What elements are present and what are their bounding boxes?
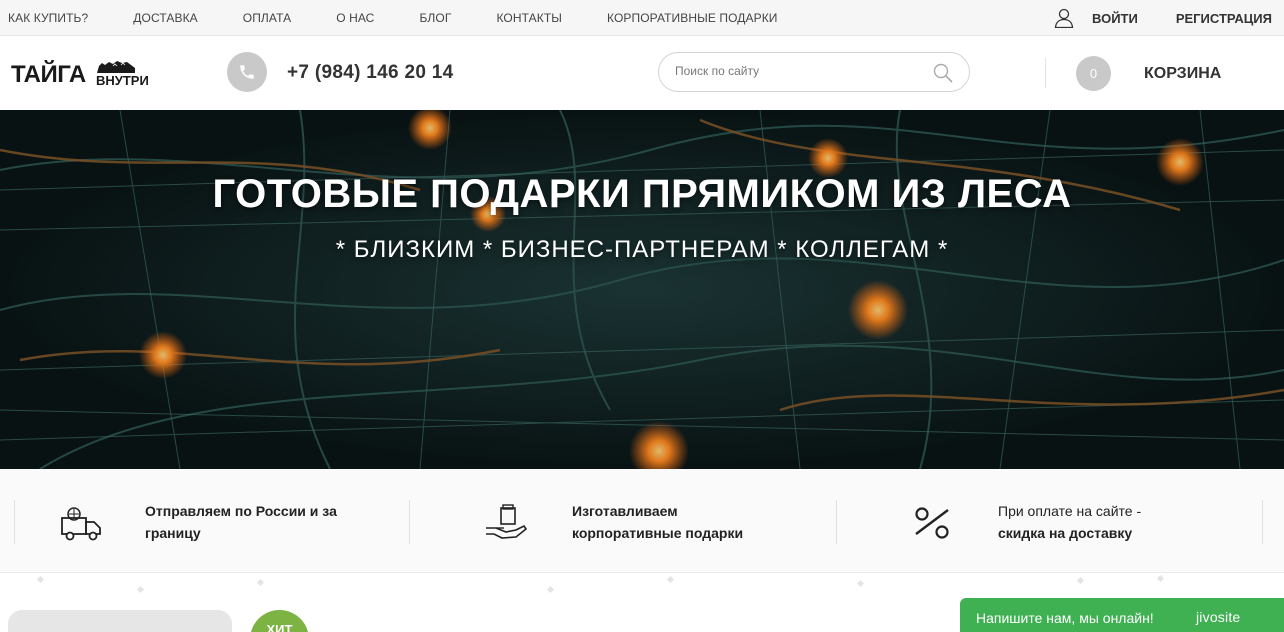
feature-discount-line2: скидка на доставку	[998, 525, 1133, 541]
logo-sub-text: ВНУТРИ	[96, 73, 149, 88]
search-box	[658, 52, 970, 92]
features-bar: Отправляем по России и за границу Изгота…	[0, 469, 1284, 573]
gift-hand-icon	[486, 504, 528, 539]
catalog-preview: ХИТ Напишите нам, мы онлайн! jivosite	[0, 574, 1284, 632]
user-icon[interactable]	[1054, 8, 1074, 28]
decor-dot	[856, 579, 865, 588]
login-link[interactable]: ВОЙТИ	[1092, 11, 1138, 26]
feature-corporate-line2: корпоративные подарки	[572, 525, 744, 541]
nav-about[interactable]: О НАС	[336, 11, 374, 25]
nav-delivery[interactable]: ДОСТАВКА	[133, 11, 197, 25]
search-icon[interactable]	[933, 63, 953, 83]
hero-background-image	[0, 110, 1284, 469]
chat-message: Напишите нам, мы онлайн!	[976, 610, 1154, 626]
cart-count-badge[interactable]: 0	[1076, 56, 1111, 91]
decor-dot	[666, 575, 675, 584]
feature-divider	[409, 500, 410, 544]
feature-divider	[14, 500, 15, 544]
feature-shipping-text: Отправляем по России и за границу	[145, 500, 355, 544]
feature-shipping-line2: границу	[145, 525, 201, 541]
percent-icon	[915, 507, 949, 539]
feature-divider	[836, 500, 837, 544]
chat-widget[interactable]: Напишите нам, мы онлайн! jivosite	[960, 598, 1284, 632]
header-divider	[1045, 58, 1046, 88]
logo-main-text: ТАЙГА	[11, 61, 86, 88]
decor-dot	[546, 585, 555, 594]
top-nav: КАК КУПИТЬ? ДОСТАВКА ОПЛАТА О НАС БЛОГ К…	[0, 0, 815, 36]
feature-divider	[1262, 500, 1263, 544]
nav-blog[interactable]: БЛОГ	[419, 11, 451, 25]
feature-corporate-line1: Изготавливаем	[572, 503, 678, 519]
phone-button[interactable]	[227, 52, 267, 92]
hero-title: ГОТОВЫЕ ПОДАРКИ ПРЯМИКОМ ИЗ ЛЕСА	[212, 172, 1072, 216]
phone-number[interactable]: +7 (984) 146 20 14	[287, 62, 454, 84]
feature-discount: При оплате на сайте - скидка на доставку	[912, 500, 1212, 544]
nav-payment[interactable]: ОПЛАТА	[243, 11, 291, 25]
decor-dot	[1156, 574, 1165, 583]
site-header: ТАЙГА ВНУТРИ +7 (984) 146 20 14 0 КОРЗИН…	[0, 36, 1284, 110]
decor-dot	[256, 578, 265, 587]
decor-dot	[36, 575, 45, 584]
feature-discount-text: При оплате на сайте - скидка на доставку	[998, 500, 1218, 544]
bear-silhouette-icon	[97, 61, 135, 73]
hit-badge: ХИТ	[250, 610, 309, 632]
feature-corporate: Изготавливаем корпоративные подарки	[484, 500, 784, 544]
hero-subtitle: * БЛИЗКИМ * БИЗНЕС-ПАРТНЕРАМ * КОЛЛЕГАМ …	[335, 236, 949, 263]
decor-dot	[1076, 576, 1085, 585]
feature-shipping-line1: Отправляем по России и за	[145, 503, 337, 519]
nav-contacts[interactable]: КОНТАКТЫ	[496, 11, 562, 25]
feature-corporate-text: Изготавливаем корпоративные подарки	[572, 500, 782, 544]
nav-how-to-buy[interactable]: КАК КУПИТЬ?	[8, 11, 88, 25]
register-link[interactable]: РЕГИСТРАЦИЯ	[1176, 11, 1272, 26]
nav-corporate-gifts[interactable]: КОРПОРАТИВНЫЕ ПОДАРКИ	[607, 11, 778, 25]
chat-brand-logo: jivosite	[1196, 609, 1241, 625]
top-bar: КАК КУПИТЬ? ДОСТАВКА ОПЛАТА О НАС БЛОГ К…	[0, 0, 1284, 36]
search-input[interactable]	[675, 64, 925, 78]
product-card[interactable]	[8, 610, 232, 632]
logo[interactable]: ТАЙГА ВНУТРИ	[11, 60, 151, 90]
cart-link[interactable]: КОРЗИНА	[1144, 65, 1221, 83]
feature-discount-line1: При оплате на сайте -	[998, 503, 1142, 519]
decor-dot	[136, 585, 145, 594]
phone-icon	[240, 65, 254, 79]
delivery-truck-icon	[61, 507, 101, 541]
hero-banner: ГОТОВЫЕ ПОДАРКИ ПРЯМИКОМ ИЗ ЛЕСА * БЛИЗК…	[0, 110, 1284, 469]
auth-links: ВОЙТИ РЕГИСТРАЦИЯ	[1054, 0, 1272, 36]
feature-shipping: Отправляем по России и за границу	[60, 500, 360, 544]
